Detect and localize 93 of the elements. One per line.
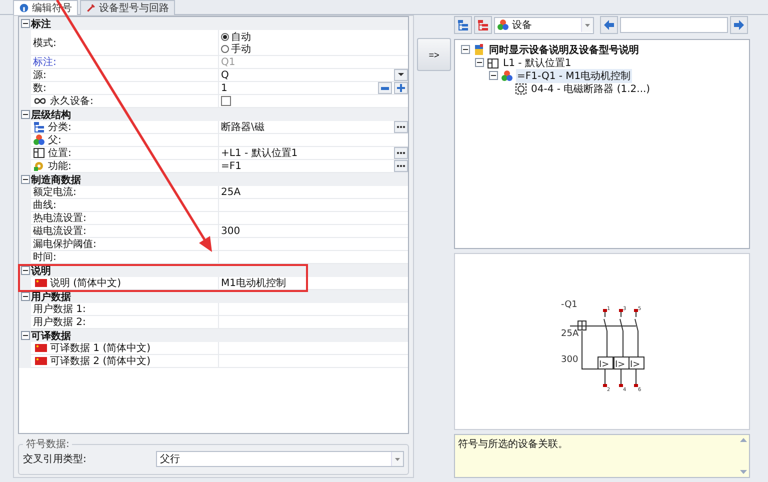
decrement-button[interactable] <box>378 82 392 94</box>
caret-icon <box>585 24 590 26</box>
collapse-toggle[interactable] <box>475 58 484 67</box>
forward-button[interactable] <box>730 16 748 34</box>
group-title: 层级结构 <box>31 108 71 122</box>
info-icon <box>19 3 29 13</box>
collapse-toggle[interactable] <box>20 331 30 340</box>
cross-reference-select[interactable]: 父行 <box>156 451 404 467</box>
tree-item[interactable]: 同时显示设备说明及设备型号说明 <box>488 42 640 56</box>
property-label: 模式: <box>33 36 56 50</box>
dropdown-button[interactable] <box>394 69 408 81</box>
property-label: 时间: <box>33 250 56 264</box>
field-value[interactable]: +L1 - 默认位置1 <box>221 146 298 160</box>
property-label: 热电流设置: <box>33 212 86 225</box>
tree-view-button[interactable] <box>474 16 492 34</box>
collapse-toggle[interactable] <box>20 110 30 119</box>
field-value[interactable]: 300 <box>221 226 240 236</box>
back-button[interactable] <box>600 16 618 34</box>
group-legend: 符号数据: <box>23 437 72 451</box>
field-label: 交叉引用类型: <box>23 452 88 466</box>
property-label: 分类: <box>48 120 72 134</box>
property-label: 用户数据 2: <box>33 316 86 329</box>
collapse-toggle[interactable] <box>20 266 30 275</box>
collapse-toggle[interactable] <box>20 175 30 184</box>
group-title: 可译数据 <box>31 330 71 342</box>
project-icon <box>473 44 485 56</box>
property-label: 曲线: <box>33 198 56 212</box>
property-label: 额定电流: <box>33 186 76 199</box>
colored-cubes-icon <box>33 134 45 146</box>
increment-button[interactable] <box>394 82 408 94</box>
symbol-icon <box>515 82 527 94</box>
field-value[interactable]: =F1 <box>221 160 242 172</box>
collapse-toggle[interactable] <box>461 45 470 54</box>
property-label: 数: <box>33 82 46 95</box>
radio-option[interactable]: 自动 <box>221 30 251 42</box>
browse-button[interactable] <box>394 147 408 159</box>
floor-plan-icon <box>33 147 45 159</box>
browse-button[interactable] <box>394 121 408 133</box>
property-label: 漏电保护阈值: <box>33 238 96 251</box>
collapse-toggle[interactable] <box>20 292 30 301</box>
left-arrow-icon <box>603 19 615 31</box>
flag-icon <box>33 355 47 367</box>
browse-button[interactable] <box>394 160 408 172</box>
property-label: 永久设备: <box>50 94 94 108</box>
wrench-icon <box>86 3 96 13</box>
collapse-toggle[interactable] <box>489 71 498 80</box>
tree-view-icon <box>477 19 489 31</box>
tree-item[interactable]: =F1-Q1 - M1电动机控制 <box>516 68 632 82</box>
property-label: 可译数据 2 (简体中文) <box>50 354 151 368</box>
property-label: 功能: <box>48 160 72 173</box>
flag-icon <box>33 277 47 289</box>
property-label: 用户数据 1: <box>33 302 86 316</box>
floor-plan-icon <box>487 56 499 68</box>
property-label: 磁电流设置: <box>33 224 86 238</box>
view-dropdown[interactable]: 设备 <box>494 16 594 34</box>
colored-cubes-icon <box>501 70 513 82</box>
group-title: 说明 <box>31 264 51 278</box>
property-label: 可译数据 1 (简体中文) <box>50 342 151 355</box>
caret-icon <box>395 458 400 460</box>
field-value[interactable]: 断路器\磁 <box>221 120 264 134</box>
caret-icon <box>398 73 404 77</box>
property-label: 父: <box>48 134 62 147</box>
group-title: 用户数据 <box>31 290 71 304</box>
assign-button[interactable]: => <box>417 38 451 71</box>
field-value[interactable]: 25A <box>221 186 241 198</box>
minus-icon <box>381 86 389 90</box>
collapse-toggle[interactable] <box>20 19 30 28</box>
property-label: 标注: <box>33 56 56 69</box>
tree-item[interactable]: L1 - 默认位置1 <box>502 56 572 70</box>
tree-view-icon <box>457 19 469 31</box>
right-arrow-icon <box>733 19 745 31</box>
search-field[interactable] <box>620 17 728 33</box>
property-label: 说明 (简体中文) <box>50 276 121 290</box>
tree-view-icon <box>33 121 45 133</box>
radio-button[interactable] <box>221 32 229 40</box>
group-title: 标注 <box>31 17 51 30</box>
property-label: 源: <box>33 69 46 82</box>
group-title: 制造商数据 <box>31 173 81 186</box>
field-value[interactable]: Q <box>221 70 229 80</box>
property-label: 位置: <box>48 146 72 160</box>
tree-view-button[interactable] <box>454 16 472 34</box>
infinity-icon <box>33 95 47 107</box>
field-value[interactable]: M1电动机控制 <box>221 276 286 290</box>
tab[interactable]: 设备型号与回路 <box>80 0 175 15</box>
message-text: 符号与所选的设备关联。 <box>457 438 569 452</box>
field-value[interactable]: 1 <box>221 82 228 94</box>
tree-item[interactable]: 04-4 - 电磁断路器 (1.2...) <box>530 82 652 96</box>
radio-option[interactable]: 手动 <box>221 42 251 54</box>
colored-cubes-icon <box>497 19 509 31</box>
flag-icon <box>33 342 47 354</box>
plus-icon <box>397 84 405 92</box>
checkbox[interactable] <box>221 96 231 106</box>
radio-button[interactable] <box>221 44 229 52</box>
